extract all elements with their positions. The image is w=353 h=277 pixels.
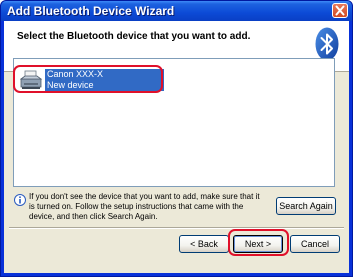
- printer-icon: [19, 70, 43, 89]
- device-label-box: Canon XXX-X New device: [45, 69, 164, 91]
- page-title: Select the Bluetooth device that you wan…: [17, 31, 251, 42]
- device-status: New device: [47, 80, 94, 90]
- bluetooth-icon: [315, 27, 339, 61]
- cancel-button[interactable]: Cancel: [290, 235, 340, 253]
- title-bar[interactable]: Add Bluetooth Device Wizard: [1, 1, 352, 21]
- info-icon: [14, 194, 26, 206]
- next-label: Next >: [244, 239, 272, 249]
- next-button[interactable]: Next >: [233, 235, 283, 253]
- device-item[interactable]: Canon XXX-X New device: [19, 67, 169, 95]
- button-separator: [9, 227, 344, 229]
- back-button[interactable]: < Back: [179, 235, 229, 253]
- window-title: Add Bluetooth Device Wizard: [7, 4, 175, 18]
- device-name: Canon XXX-X: [47, 69, 104, 79]
- search-again-button[interactable]: Search Again: [276, 197, 336, 215]
- cancel-label: Cancel: [300, 239, 329, 249]
- back-label: < Back: [190, 239, 218, 249]
- info-text: If you don't see the device that you wan…: [29, 192, 260, 221]
- search-again-label: Search Again: [279, 201, 333, 211]
- device-list[interactable]: Canon XXX-X New device: [13, 58, 335, 187]
- wizard-window: Add Bluetooth Device Wizard Select the B…: [0, 0, 353, 277]
- close-button[interactable]: [332, 3, 348, 18]
- close-icon: [335, 5, 345, 16]
